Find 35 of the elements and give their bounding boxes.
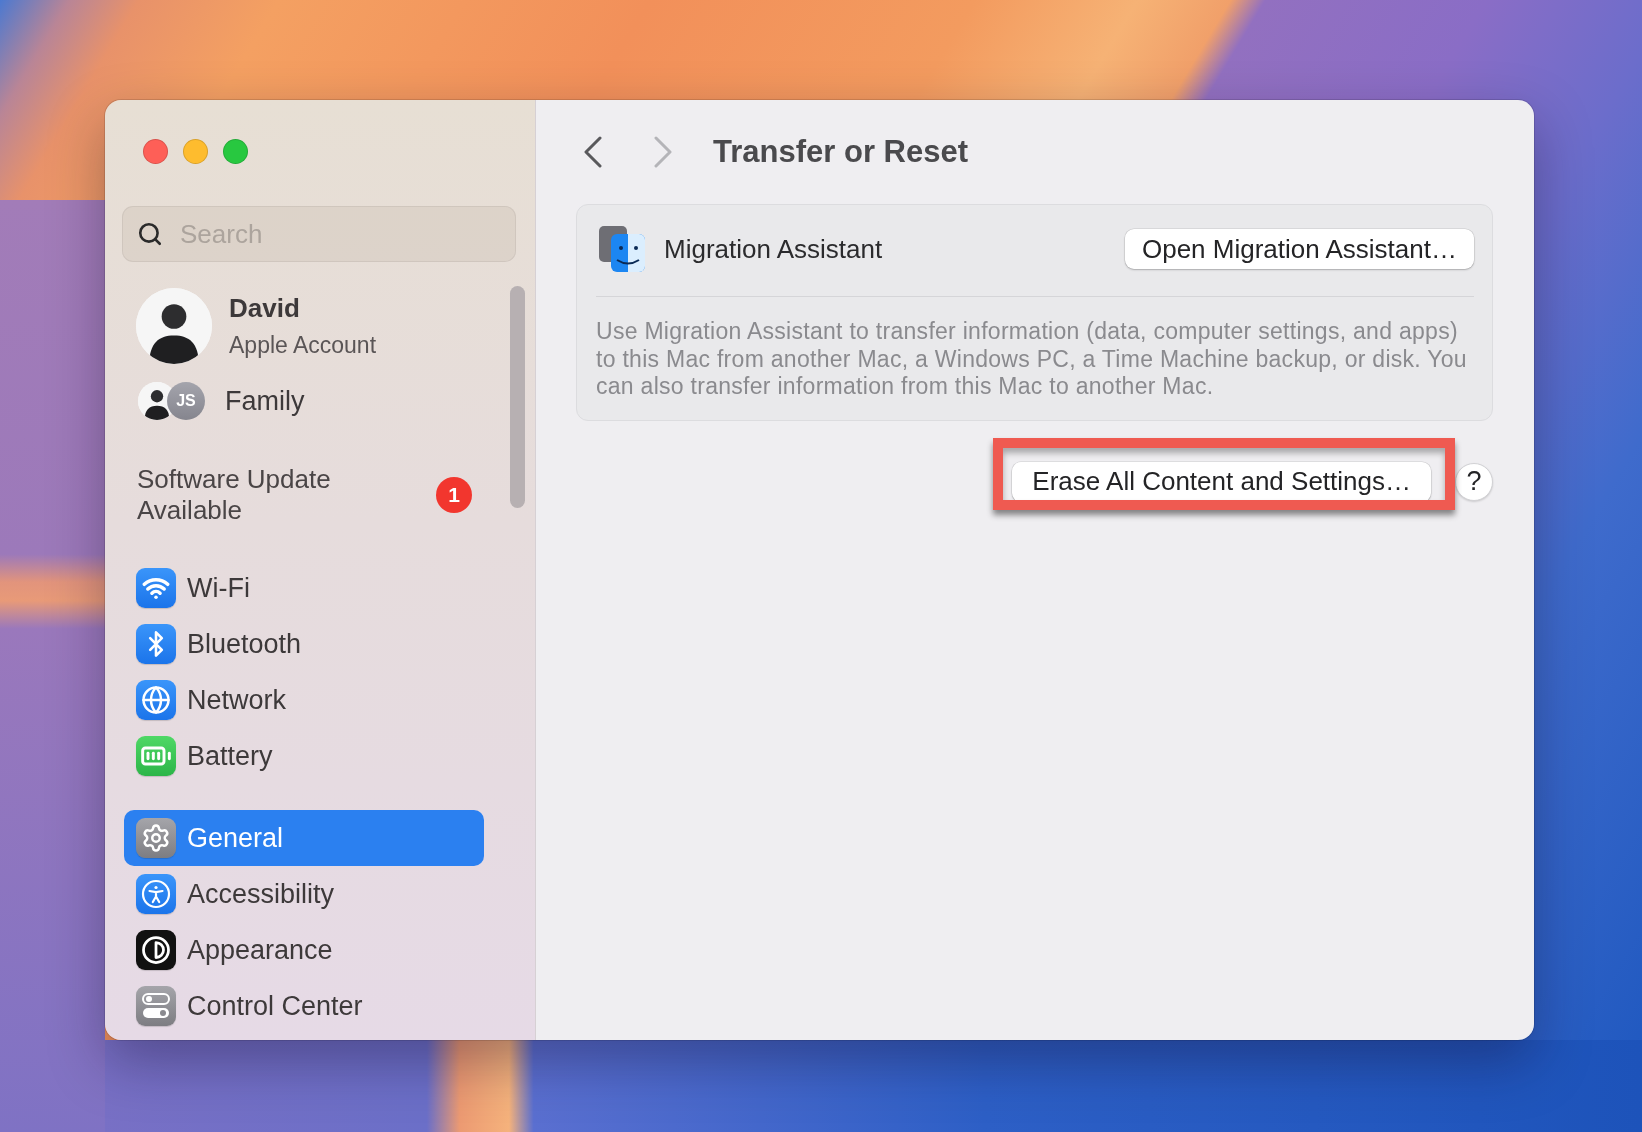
- sidebar-item[interactable]: Appearance: [124, 922, 484, 978]
- search-icon: [137, 221, 163, 247]
- sidebar-item[interactable]: Accessibility: [124, 866, 484, 922]
- family-item[interactable]: JS Family: [138, 382, 438, 420]
- migration-description: Use Migration Assistant to transfer information (data, computer settings, and apps) to this Mac from another Mac, a Windows PC, a Time Machine backup, or disk. You can also transfer information from this Mac to another Mac.: [596, 318, 1468, 401]
- finder-faces-icon: [599, 226, 645, 272]
- account-item[interactable]: David Apple Account: [136, 288, 476, 364]
- contrast-icon: [136, 930, 176, 970]
- chevron-left-icon: [583, 136, 603, 168]
- sidebar-item[interactable]: Control Center: [124, 978, 484, 1034]
- wifi-icon: [136, 568, 176, 608]
- sidebar-item[interactable]: General: [124, 810, 484, 866]
- globe-icon: [136, 680, 176, 720]
- help-button[interactable]: ?: [1455, 462, 1493, 501]
- erase-button[interactable]: Erase All Content and Settings…: [1012, 461, 1431, 502]
- scrollbar-thumb[interactable]: [510, 286, 525, 508]
- toggles-icon: [136, 986, 176, 1026]
- page-title: Transfer or Reset: [713, 134, 968, 170]
- battery-icon: [136, 736, 176, 776]
- open-migration-button[interactable]: Open Migration Assistant…: [1124, 229, 1474, 269]
- gear-icon: [136, 818, 176, 858]
- minimize-button[interactable]: [183, 139, 208, 164]
- zoom-button[interactable]: [223, 139, 248, 164]
- sidebar-item[interactable]: Bluetooth: [124, 616, 484, 672]
- chevron-right-icon: [653, 136, 673, 168]
- bluetooth-icon: [136, 624, 176, 664]
- notification-badge: 1: [436, 477, 472, 513]
- initials-avatar: JS: [167, 382, 205, 420]
- sidebar-item[interactable]: Battery: [124, 728, 484, 784]
- software-update-item[interactable]: Software Update Available 1: [137, 464, 472, 526]
- sidebar-item[interactable]: Wi-Fi: [124, 560, 484, 616]
- migration-title: Migration Assistant: [664, 233, 883, 265]
- accessibility-icon: [136, 874, 176, 914]
- close-button[interactable]: [143, 139, 168, 164]
- sidebar-item[interactable]: Network: [124, 672, 484, 728]
